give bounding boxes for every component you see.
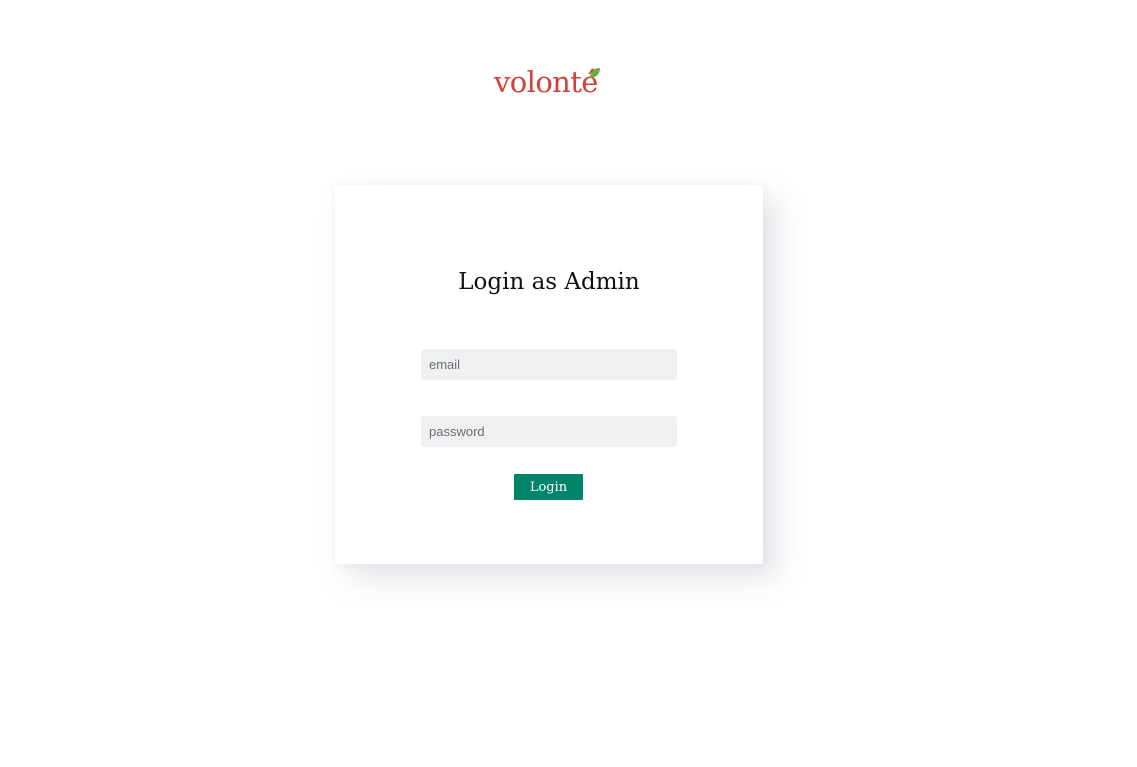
login-card: Login as Admin Login [335, 185, 763, 564]
brand-logo-text: volonté [494, 65, 598, 99]
password-field[interactable] [421, 416, 677, 447]
brand-logo[interactable]: volonté [494, 64, 606, 100]
login-button[interactable]: Login [514, 474, 583, 500]
login-page: volonté Login as Admin Login [0, 0, 1137, 767]
page-title: Login as Admin [458, 269, 640, 295]
leaf-icon [590, 68, 600, 78]
email-field[interactable] [421, 349, 677, 380]
